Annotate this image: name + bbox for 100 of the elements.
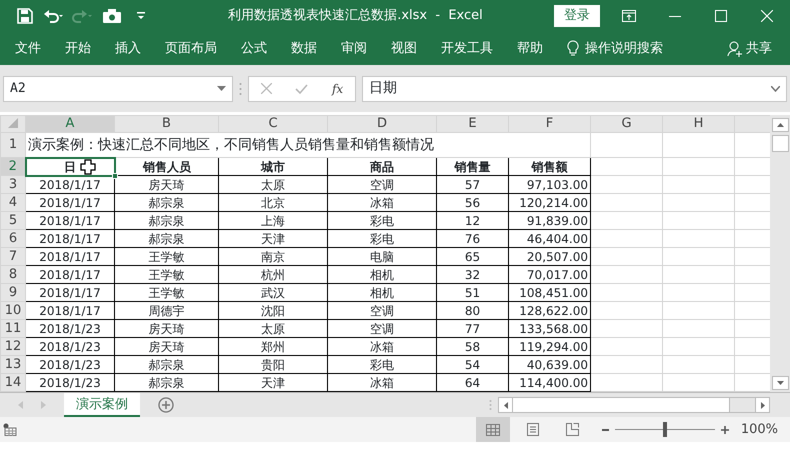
name-box[interactable]: A2	[3, 76, 233, 102]
table-cell: 相机	[328, 284, 436, 302]
table-cell: 空调	[328, 176, 436, 194]
save-icon[interactable]	[17, 8, 33, 24]
row-header[interactable]: 13	[0, 356, 26, 374]
row-header[interactable]: 9	[0, 284, 26, 302]
table-cell: 2018/1/17	[26, 302, 114, 320]
column-header[interactable]: D	[328, 116, 436, 132]
sheet-title: 演示案例：快速汇总不同地区，不同销售人员销售量和销售额情况	[28, 136, 434, 153]
ribbon-tab[interactable]: 数据	[279, 38, 329, 58]
ribbon-tab[interactable]: 文件	[3, 38, 53, 58]
table-cell: 2018/1/17	[26, 284, 114, 302]
table-cell: 上海	[218, 212, 328, 230]
share-button[interactable]: 共享	[715, 38, 784, 58]
table-cell: 房天琦	[114, 338, 218, 356]
table-cell: 太原	[218, 320, 328, 338]
column-header[interactable]: F	[508, 116, 590, 132]
login-button[interactable]: 登录	[554, 5, 600, 27]
fill-handle[interactable]	[112, 172, 118, 178]
column-header[interactable]: H	[662, 116, 734, 132]
table-cell: 沈阳	[218, 302, 328, 320]
macro-record-icon[interactable]	[3, 423, 17, 436]
row-header[interactable]: 3	[0, 176, 26, 194]
table-cell: 32	[436, 266, 508, 284]
ribbon-tab[interactable]: 开发工具	[429, 38, 505, 58]
ribbon-tab[interactable]: 开始	[53, 38, 103, 58]
zoom-thumb[interactable]	[662, 422, 667, 437]
row-header[interactable]: 11	[0, 320, 26, 338]
close-icon[interactable]	[761, 10, 773, 22]
row-header[interactable]: 14	[0, 374, 26, 392]
person-add-icon	[727, 40, 743, 56]
table-cell: 20,507.00	[508, 248, 590, 266]
table-cell: 2018/1/17	[26, 248, 114, 266]
table-cell: 46,404.00	[508, 230, 590, 248]
up-arrow-icon	[776, 123, 784, 127]
zoom-level[interactable]: 100%	[740, 420, 778, 440]
row-header[interactable]: 7	[0, 248, 26, 266]
row-header[interactable]: 2	[0, 158, 26, 176]
column-header[interactable]: C	[218, 116, 328, 132]
row-header[interactable]: 12	[0, 338, 26, 356]
table-cell: 133,568.00	[508, 320, 590, 338]
right-arrow-icon[interactable]	[760, 402, 764, 408]
ribbon-tab[interactable]: 视图	[379, 38, 429, 58]
table-cell: 120,214.00	[508, 194, 590, 212]
scroll-thumb[interactable]	[772, 135, 789, 152]
ribbon-display-icon[interactable]	[622, 10, 636, 22]
ribbon-tab[interactable]: 审阅	[329, 38, 379, 58]
column-header[interactable]: G	[590, 116, 662, 132]
scroll-down-button[interactable]	[772, 376, 789, 390]
column-header[interactable]: E	[436, 116, 508, 132]
normal-view-icon	[486, 424, 500, 436]
table-cell: 76	[436, 230, 508, 248]
table-cell: 77	[436, 320, 508, 338]
horizontal-scrollbar[interactable]	[498, 397, 770, 413]
column-header[interactable]: A	[26, 116, 114, 132]
normal-view-button[interactable]	[476, 417, 510, 442]
table-cell: 58	[436, 338, 508, 356]
table-cell: 郝宗泉	[114, 356, 218, 374]
table-cell: 2018/1/23	[26, 320, 114, 338]
table-cell: 56	[436, 194, 508, 212]
formula-field[interactable]: 日期	[362, 76, 787, 102]
table-cell: 空调	[328, 302, 436, 320]
window-title: 利用数据透视表快速汇总数据.xlsx - Excel	[228, 8, 483, 24]
row-header[interactable]: 10	[0, 302, 26, 320]
ribbon-tab[interactable]: 公式	[229, 38, 279, 58]
table-cell: 51	[436, 284, 508, 302]
table-cell: 郑州	[218, 338, 328, 356]
customize-icon[interactable]	[136, 11, 146, 21]
table-cell: 武汉	[218, 284, 328, 302]
ribbon-tab[interactable]: 页面布局	[153, 38, 229, 58]
row-header[interactable]: 8	[0, 266, 26, 284]
table-cell: 108,451.00	[508, 284, 590, 302]
table-cell: 70,017.00	[508, 266, 590, 284]
tell-me-search[interactable]: 操作说明搜索	[555, 38, 675, 58]
check-icon[interactable]	[295, 84, 308, 94]
table-cell: 周德宇	[114, 302, 218, 320]
add-sheet-icon[interactable]	[158, 397, 174, 413]
ribbon-tab[interactable]: 帮助	[505, 38, 555, 58]
table-cell: 郝宗泉	[114, 194, 218, 212]
sheet-tab[interactable]: 演示案例	[64, 393, 140, 417]
zoom-in-icon[interactable]	[720, 426, 729, 434]
table-cell: 南京	[218, 248, 328, 266]
left-arrow-icon[interactable]	[504, 402, 508, 408]
insert-function-button[interactable]: fx	[332, 80, 344, 98]
table-cell: 2018/1/17	[26, 230, 114, 248]
table-cell: 贵阳	[218, 356, 328, 374]
table-cell: 65	[436, 248, 508, 266]
row-header[interactable]: 1	[0, 132, 26, 158]
lightbulb-icon	[567, 40, 579, 57]
scroll-up-button[interactable]	[772, 118, 789, 132]
row-header[interactable]: 6	[0, 230, 26, 248]
table-cell: 97,103.00	[508, 176, 590, 194]
table-cell: 郝宗泉	[114, 212, 218, 230]
undo-icon[interactable]	[43, 8, 65, 24]
ribbon-tab[interactable]: 插入	[103, 38, 153, 58]
column-header[interactable]: B	[114, 116, 218, 132]
maximize-icon[interactable]	[715, 10, 727, 22]
row-header[interactable]: 4	[0, 194, 26, 212]
row-header[interactable]: 5	[0, 212, 26, 230]
camera-icon[interactable]	[103, 9, 121, 23]
